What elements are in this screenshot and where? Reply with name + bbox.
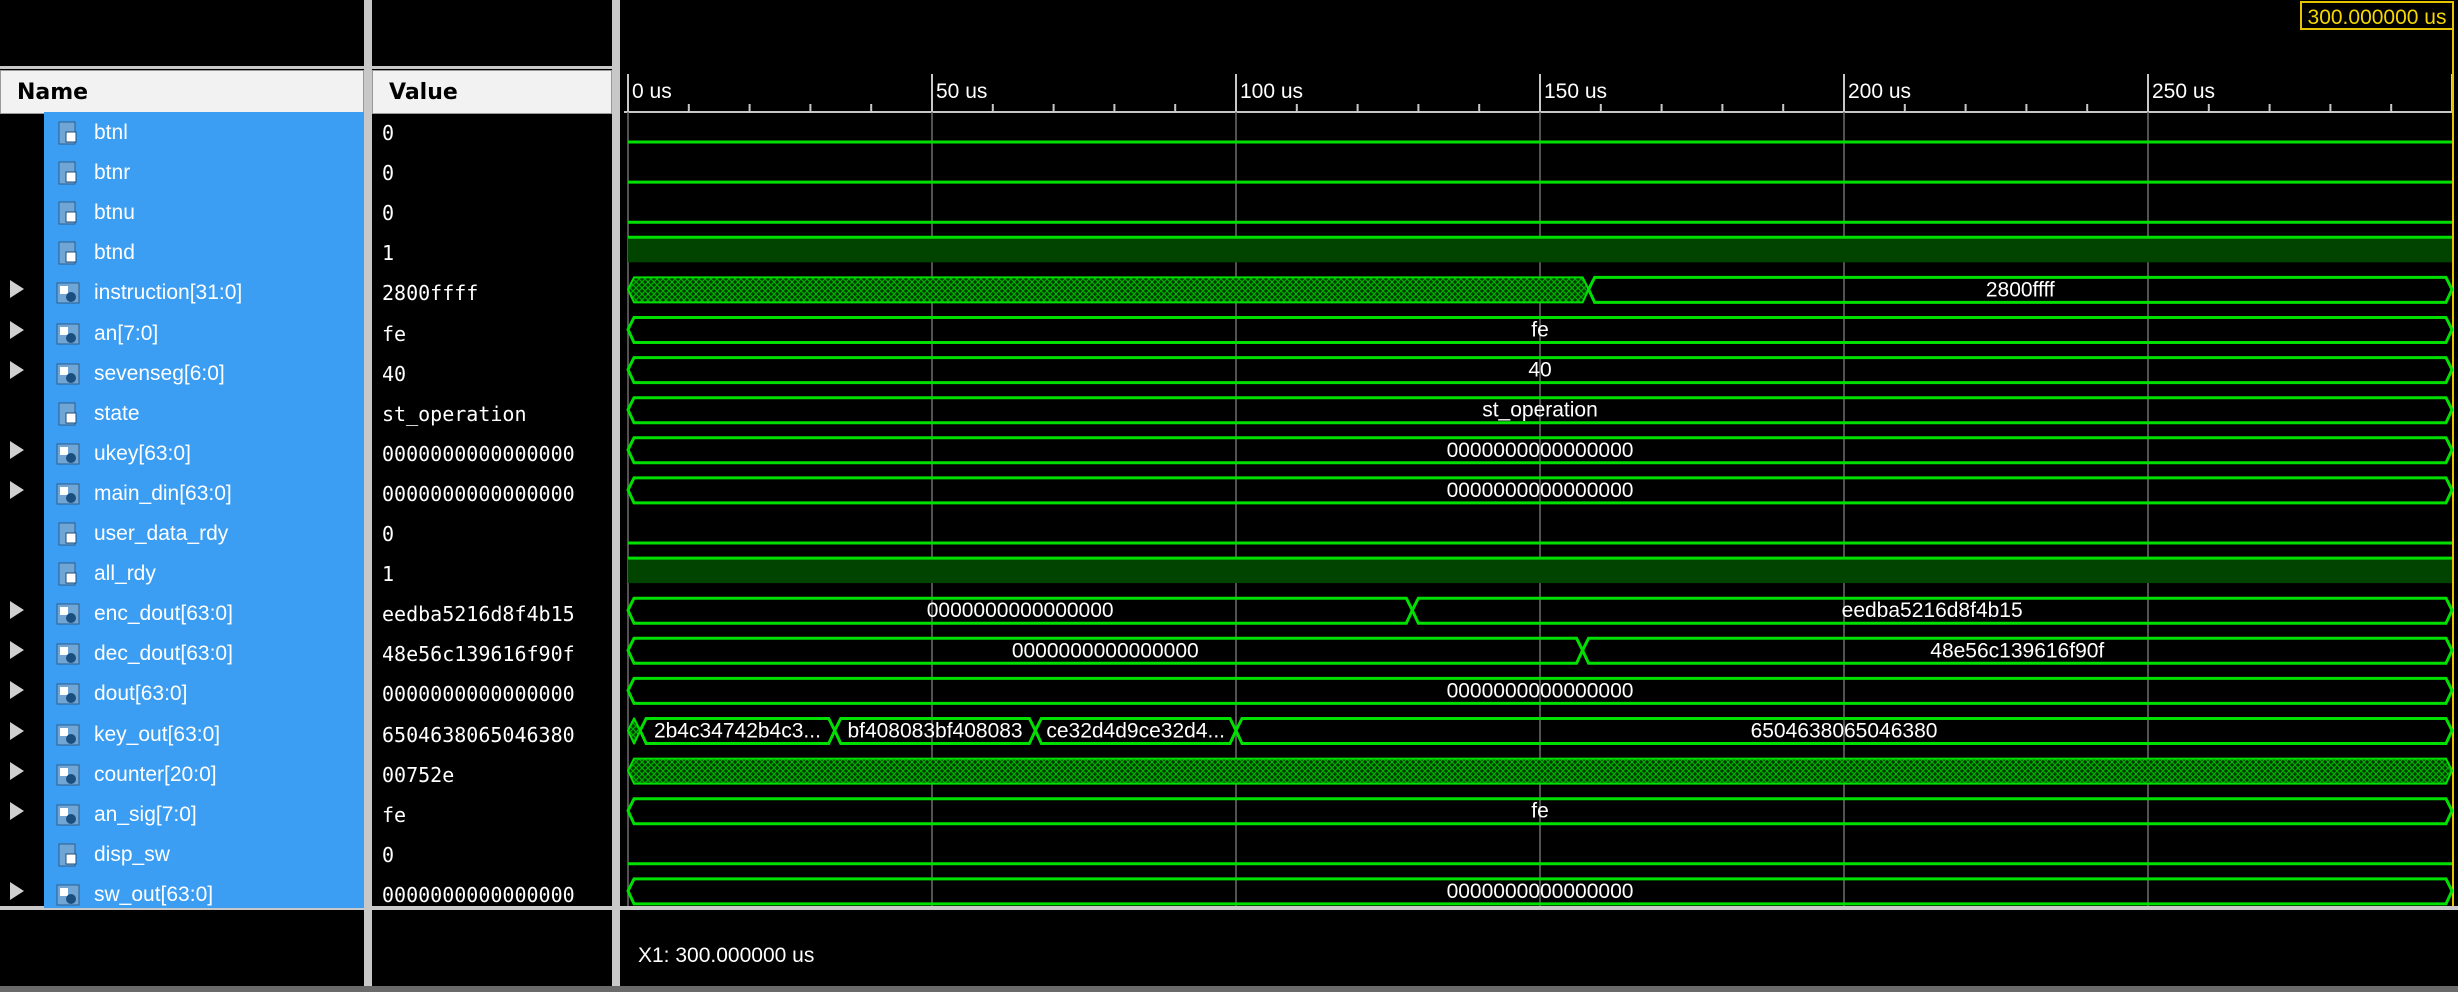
ruler-tick-label: 0 us	[632, 80, 672, 103]
signal-waveform[interactable]: 0000000000000000	[626, 476, 2454, 505]
bus-value-label: 0000000000000000	[1012, 639, 1199, 662]
high-level-fill	[628, 558, 2452, 584]
ruler-tick-label: 100 us	[1240, 80, 1303, 103]
ruler-tick-label: 150 us	[1544, 80, 1607, 103]
unknown-value-segment	[626, 717, 642, 745]
bus-value-label: ce32d4d9ce32d4...	[1046, 720, 1225, 743]
bus-value-label: eedba5216d8f4b15	[1842, 599, 2023, 622]
bus-value-label: 2800ffff	[1986, 278, 2055, 301]
signal-waveform[interactable]: fe	[626, 797, 2454, 826]
bus-value-label: fe	[1531, 319, 1549, 342]
ruler-tick-label: 50 us	[936, 80, 987, 103]
signal-waveform[interactable]: st_operation	[626, 396, 2454, 425]
unknown-value-segment	[626, 276, 1590, 304]
ruler-tick-label: 250 us	[2152, 80, 2215, 103]
unknown-value-segment	[626, 757, 2454, 785]
cursor-x1-readout: X1: 300.000000 us	[638, 944, 815, 967]
bus-value-label: 0000000000000000	[1447, 679, 1634, 702]
bus-value-label: fe	[1531, 800, 1549, 823]
bus-value-label: 48e56c139616f90f	[1930, 639, 2104, 662]
signal-waveform[interactable]	[628, 556, 2452, 584]
signal-waveform[interactable]	[628, 235, 2452, 263]
bus-value-label: 2b4c34742b4c3...	[654, 720, 821, 743]
bus-value-label: 6504638065046380	[1751, 720, 1938, 743]
bus-value-label: bf408083bf408083	[847, 720, 1022, 743]
signal-waveform[interactable]	[626, 757, 2454, 785]
bus-value-label: 0000000000000000	[1447, 439, 1634, 462]
signal-waveform[interactable]: 0000000000000000	[626, 877, 2454, 906]
cursor-time-label: 300.000000 us	[2300, 1, 2454, 30]
bus-value-label: 0000000000000000	[927, 599, 1114, 622]
bus-value-label: 40	[1528, 359, 1551, 382]
ruler-tick-label: 200 us	[1848, 80, 1911, 103]
signal-waveform[interactable]: 0000000000000000	[626, 676, 2454, 705]
signal-waveform[interactable]: 2800ffff	[626, 275, 2454, 304]
bus-value-label: 0000000000000000	[1447, 880, 1634, 903]
time-ruler[interactable]: 0 us 50 us 100 us 150 us 200 us 250 us	[624, 74, 2453, 113]
bus-value-label: st_operation	[1482, 399, 1598, 422]
waveform-viewer[interactable]: 0 us 50 us 100 us 150 us 200 us 250 us 2800fff…	[0, 0, 2458, 992]
bus-value-label: 0000000000000000	[1447, 479, 1634, 502]
signal-waveform[interactable]: fe	[626, 316, 2454, 344]
signal-waveform[interactable]: 0000000000000000	[626, 436, 2454, 465]
high-level-fill	[628, 237, 2452, 263]
signal-waveform[interactable]: 40	[626, 356, 2454, 385]
